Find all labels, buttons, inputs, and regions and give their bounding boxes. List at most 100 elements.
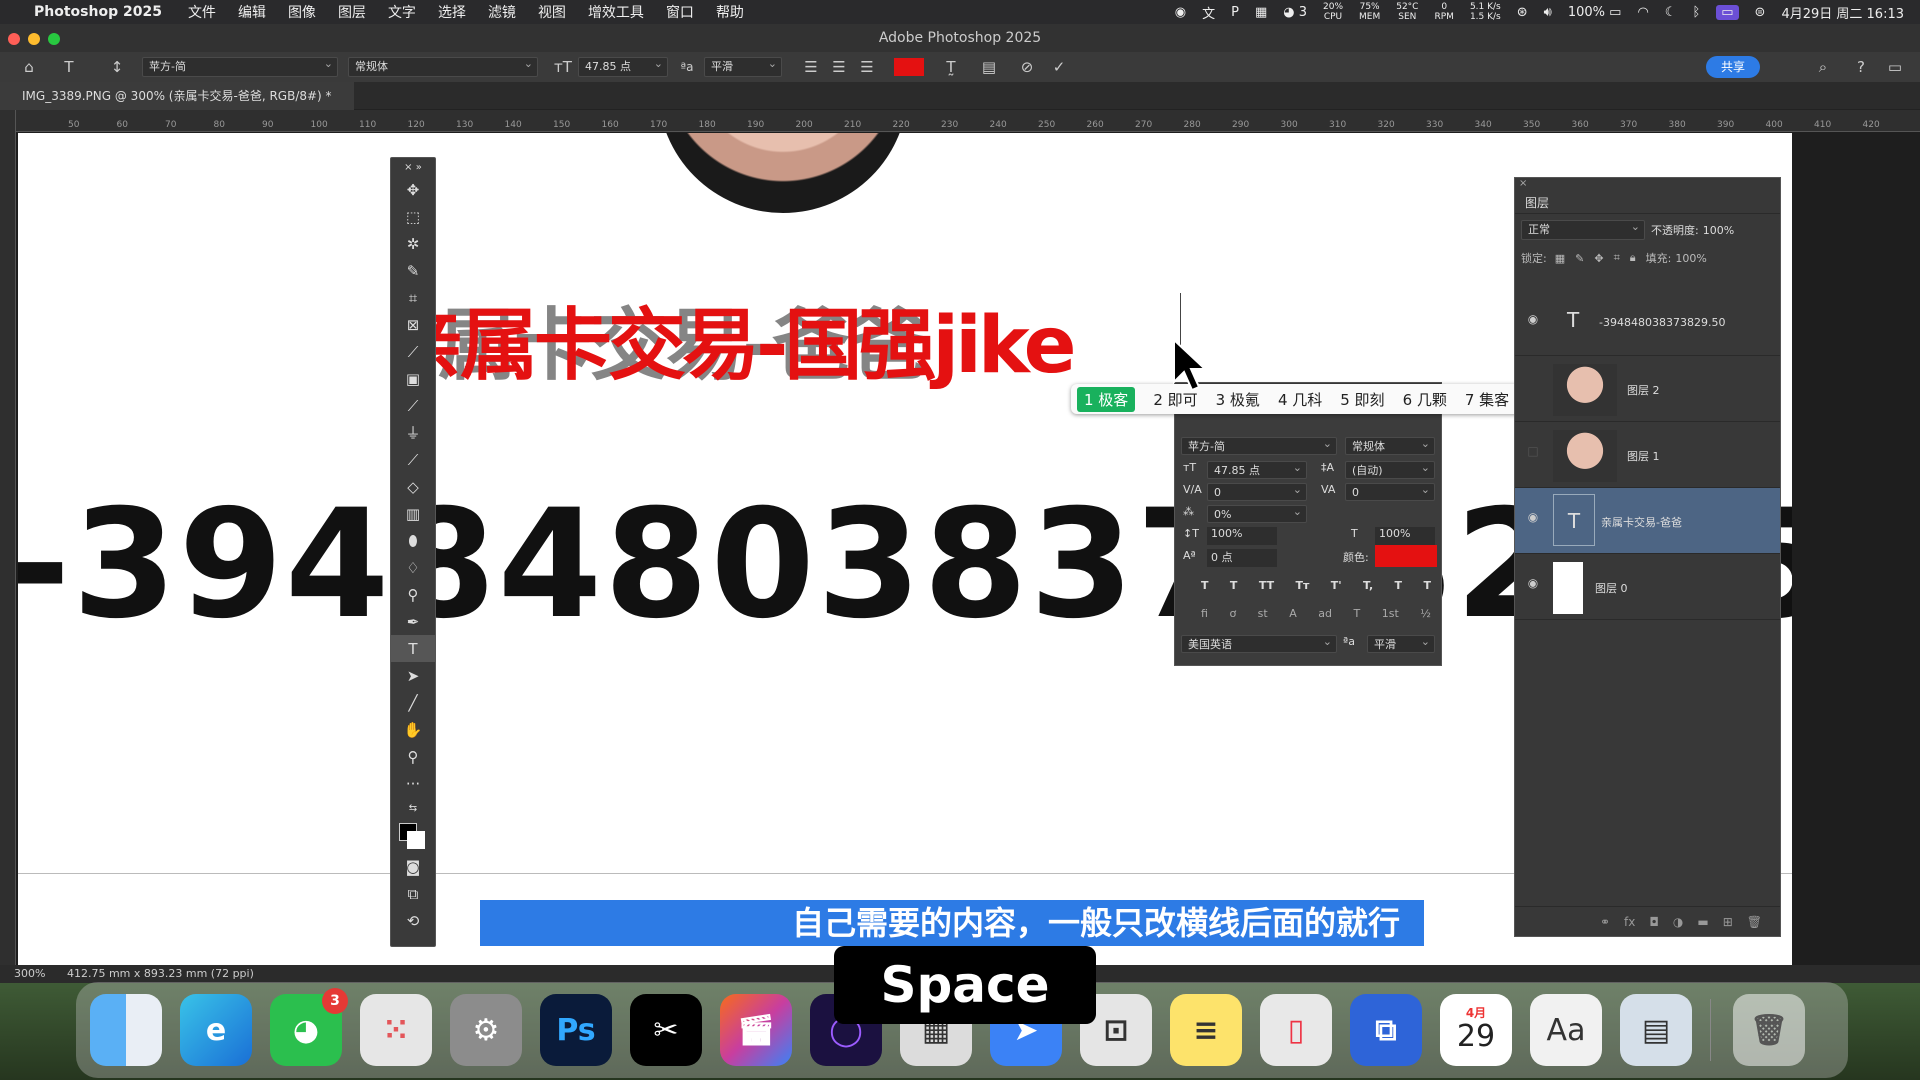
new-layer-icon[interactable]: ⊞ <box>1723 915 1733 929</box>
system-settings-icon[interactable]: ⚙ <box>450 994 522 1066</box>
layer-row[interactable]: ◉ T -394848038373829.50 <box>1515 290 1780 356</box>
lock-pixels-icon[interactable]: ✎ <box>1575 252 1584 265</box>
commit-icon[interactable]: ✓ <box>1048 58 1070 76</box>
cp-hscale-field[interactable]: 100% <box>1375 527 1435 545</box>
faux-italic-button[interactable]: T <box>1230 579 1238 597</box>
bluetooth-icon[interactable]: ᛒ <box>1692 5 1700 20</box>
menu-select[interactable]: 选择 <box>438 2 466 22</box>
edge-icon[interactable]: e <box>180 994 252 1066</box>
faux-bold-button[interactable]: T <box>1201 579 1209 597</box>
calendar-icon[interactable]: 4月 29 <box>1440 994 1512 1066</box>
cp-style-select[interactable]: 常规体 <box>1345 435 1435 455</box>
lock-all-icon[interactable]: 🔒︎ <box>1630 251 1636 265</box>
blend-mode-select[interactable]: 正常 <box>1521 218 1645 240</box>
fx-icon[interactable]: fx <box>1624 915 1635 929</box>
adjustment-icon[interactable]: ◑ <box>1673 915 1683 929</box>
dodge-tool-icon[interactable]: ♢ <box>391 554 435 581</box>
quick-select-tool-icon[interactable]: ✎ <box>391 257 435 284</box>
link-icon[interactable]: ⚭ <box>1600 915 1610 929</box>
frame-tool-icon[interactable]: ⊠ <box>391 311 435 338</box>
eyedropper-tool-icon[interactable]: ⟋ <box>391 338 435 365</box>
blur-tool-icon[interactable]: ⬮ <box>391 527 435 554</box>
document-tab[interactable]: IMG_3389.PNG @ 300% (亲属卡交易-爸爸, RGB/8#) * <box>0 82 354 110</box>
candidate-5[interactable]: 5 即刻 <box>1340 389 1384 410</box>
candidate-3[interactable]: 3 极氪 <box>1216 389 1260 410</box>
cp-font-select[interactable]: 苹方-简 <box>1181 435 1337 455</box>
bookmark-icon[interactable]: ▦ <box>1255 5 1267 20</box>
line-tool-icon[interactable]: ╱ <box>391 689 435 716</box>
finder-icon[interactable] <box>90 994 162 1066</box>
fill-value[interactable]: 100% <box>1675 252 1706 265</box>
record-icon[interactable]: ◉ <box>1175 5 1186 20</box>
brush-tool-icon[interactable]: ⟋ <box>391 392 435 419</box>
menu-plugins[interactable]: 增效工具 <box>588 2 644 22</box>
menu-edit[interactable]: 编辑 <box>238 2 266 22</box>
launchpad-icon[interactable]: ⁙ <box>360 994 432 1066</box>
menu-layer[interactable]: 图层 <box>338 2 366 22</box>
candidate-6[interactable]: 6 几颗 <box>1403 389 1447 410</box>
focus-icon[interactable]: ⊛ <box>1517 5 1528 20</box>
eye-icon[interactable]: ◉ <box>1525 510 1541 524</box>
trash-icon[interactable]: 🗑︎ <box>1733 994 1805 1066</box>
eye-icon[interactable]: ◉ <box>1525 576 1541 590</box>
toolbox-collapse-icon[interactable]: × » <box>391 158 435 176</box>
editing-text[interactable]: 亲属卡交易-国强jike <box>386 283 1077 395</box>
layer-row-selected[interactable]: ◉ T 亲属卡交易-爸爸 <box>1515 488 1780 554</box>
type-tool-icon[interactable]: T <box>58 58 80 76</box>
swap-colors-icon[interactable]: ⇆ <box>391 797 435 819</box>
wechat-status-icon[interactable]: ◕ 3 <box>1283 5 1307 20</box>
subscript-button[interactable]: T, <box>1363 579 1373 597</box>
moon-icon[interactable]: ☾ <box>1665 5 1677 20</box>
network-stat[interactable]: 5.1 K/s 1.5 K/s <box>1470 2 1501 22</box>
zoom-window-button[interactable] <box>48 33 60 45</box>
wechat-icon[interactable]: ◕ 3 <box>270 988 348 1066</box>
ligatures-button[interactable]: fi <box>1201 607 1208 625</box>
screen-mode-icon[interactable]: ⧉ <box>391 880 435 907</box>
cp-language-select[interactable]: 美国英语 <box>1181 633 1337 653</box>
type-tool-icon[interactable]: T <box>391 635 435 662</box>
ordinals-button[interactable]: 1st <box>1382 607 1399 625</box>
cp-aa-select[interactable]: 平滑 <box>1367 633 1435 653</box>
layer-row[interactable]: □ 图层 1 <box>1515 422 1780 488</box>
iphone-mirror-icon[interactable]: ▯ <box>1260 994 1332 1066</box>
close-window-button[interactable] <box>8 33 20 45</box>
font-family-select[interactable]: 苹方-简 <box>142 55 338 77</box>
cancel-icon[interactable]: ⊘ <box>1016 58 1038 76</box>
opacity-value[interactable]: 100% <box>1703 224 1734 237</box>
remote-desktop-icon[interactable]: ⧉ <box>1350 994 1422 1066</box>
eye-icon[interactable]: ◉ <box>1525 312 1541 326</box>
discretionary-lig-button[interactable]: ơ <box>1229 607 1236 625</box>
color-swatches[interactable] <box>391 819 435 853</box>
menu-image[interactable]: 图像 <box>288 2 316 22</box>
warp-text-icon[interactable]: T̰ <box>940 58 962 76</box>
small-caps-button[interactable]: Tт <box>1295 579 1309 597</box>
gradient-tool-icon[interactable]: ▥ <box>391 500 435 527</box>
menu-window[interactable]: 窗口 <box>666 2 694 22</box>
cp-scale-field[interactable]: 0% <box>1207 503 1307 523</box>
workspace-icon[interactable]: ▭ <box>1884 58 1906 76</box>
minimize-window-button[interactable] <box>28 33 40 45</box>
p-icon[interactable]: P <box>1231 5 1239 20</box>
align-center-icon[interactable]: ☰ <box>828 58 850 76</box>
photoshop-icon[interactable]: Ps <box>540 994 612 1066</box>
notes-icon[interactable]: ≡ <box>1170 994 1242 1066</box>
cpu-stat[interactable]: 20% CPU <box>1323 2 1343 22</box>
menu-help[interactable]: 帮助 <box>716 2 744 22</box>
cp-tracking-field[interactable]: 0 <box>1345 481 1435 501</box>
text-color-swatch[interactable] <box>894 58 924 76</box>
lock-position-icon[interactable]: ✥ <box>1594 252 1603 265</box>
marquee-tool-icon[interactable]: ⬚ <box>391 203 435 230</box>
align-right-icon[interactable]: ☰ <box>856 58 878 76</box>
fractions-button[interactable]: ½ <box>1420 607 1431 625</box>
candidate-4[interactable]: 4 几科 <box>1278 389 1322 410</box>
candidate-1[interactable]: 1 极客 <box>1077 386 1136 412</box>
toggle-orientation-icon[interactable]: ↕ <box>106 58 128 76</box>
titling-button[interactable]: ad <box>1318 607 1332 625</box>
cp-baseline-field[interactable]: 0 点 <box>1207 549 1277 567</box>
superscript-button[interactable]: T' <box>1331 579 1342 597</box>
cp-kerning-field[interactable]: 0 <box>1207 481 1307 501</box>
folder-icon[interactable]: ▬ <box>1697 915 1708 929</box>
magic-wand-tool-icon[interactable]: ✲ <box>391 230 435 257</box>
pen-tool-icon[interactable]: ✒ <box>391 608 435 635</box>
swash-button[interactable]: st <box>1258 607 1268 625</box>
